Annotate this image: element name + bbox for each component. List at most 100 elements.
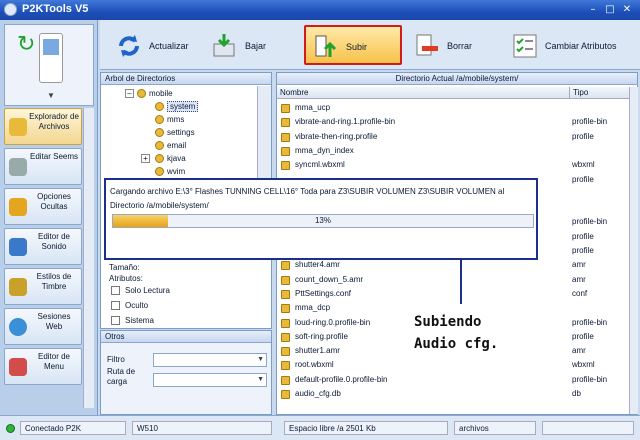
file-row[interactable]: vibrate-and-ring.1.profile-bin profile-bi…	[277, 115, 629, 129]
file-name: PttSettings.conf	[295, 288, 352, 298]
folder-icon	[155, 115, 164, 125]
sound-icon	[9, 238, 27, 256]
tree-scrollbar[interactable]	[257, 86, 271, 186]
close-icon[interactable]: ✕	[621, 4, 633, 16]
file-type: profile	[572, 131, 594, 141]
file-list-column-header: Nombre Tipo	[277, 87, 629, 99]
file-row[interactable]: audio_cfg.db db	[277, 387, 629, 401]
nav-scrollbar[interactable]	[83, 108, 94, 408]
nav-item-ring-styles[interactable]: Estilos de Timbre	[4, 268, 82, 305]
file-row[interactable]: default-profile.0.profile-bin profile-bin	[277, 373, 629, 387]
progress-bar: 13%	[112, 214, 534, 228]
attributes-label: Atributos:	[109, 274, 143, 283]
tree-node-label: kjava	[167, 154, 186, 163]
delete-button[interactable]: Borrar	[406, 25, 492, 65]
nav-item-label: Editar Seems	[29, 152, 79, 161]
tree-node-wvim[interactable]: wvim	[155, 165, 185, 178]
file-type: amr	[572, 346, 586, 356]
left-navigation: ↻ ▼ Explorador de Archivos Editar Seems …	[0, 20, 98, 415]
file-name: root.wbxml	[295, 360, 334, 370]
file-name: audio_cfg.db	[295, 389, 341, 398]
tree-node-kjava[interactable]: kjava	[155, 152, 186, 165]
file-row[interactable]: syncml.wbxml wbxml	[277, 158, 629, 172]
file-row[interactable]: shutter4.amr amr	[277, 258, 629, 272]
nav-item-label: Estilos de Timbre	[36, 272, 72, 291]
column-name-header[interactable]: Nombre	[280, 87, 308, 99]
chevron-down-icon[interactable]: ▼	[47, 91, 55, 100]
folder-icon	[155, 102, 164, 112]
readonly-checkbox[interactable]	[111, 286, 120, 295]
checklist-icon	[513, 34, 537, 58]
minimize-icon[interactable]: –	[587, 4, 599, 16]
annotation-text-line2: Audio cfg.	[414, 336, 499, 352]
bell-icon	[9, 278, 27, 296]
delete-label: Borrar	[447, 41, 473, 51]
nav-item-sound-editor[interactable]: Editor de Sonido	[4, 228, 82, 265]
file-name: shutter4.amr	[295, 260, 340, 270]
folder-icon	[9, 118, 27, 136]
toolbar: Actualizar Bajar Subir Borrar Cambiar At…	[100, 20, 640, 70]
size-label: Tamaño:	[109, 263, 140, 272]
file-name: mma_dcp	[295, 303, 331, 313]
progress-percent: 13%	[314, 216, 331, 225]
tree-node-label: settings	[167, 128, 195, 137]
maximize-icon[interactable]: □	[604, 4, 616, 16]
upload-button[interactable]: Subir	[304, 25, 402, 65]
upload-progress-dialog: Cargando archivo E:\3° Flashes TUNNING C…	[104, 178, 538, 260]
system-checkbox[interactable]	[111, 316, 120, 325]
refresh-label: Actualizar	[149, 41, 189, 51]
refresh-button[interactable]: Actualizar	[108, 25, 200, 65]
file-name: count_down_5.amr	[295, 274, 364, 284]
column-type-header[interactable]: Tipo	[569, 87, 588, 99]
file-type: profile-bin	[572, 217, 608, 227]
tree-node-email[interactable]: email	[155, 139, 186, 152]
file-type: profile-bin	[572, 374, 608, 384]
expand-icon[interactable]: +	[141, 154, 150, 163]
folder-icon	[155, 167, 164, 177]
folder-icon	[155, 128, 164, 138]
file-row[interactable]: mma_dyn_index	[277, 144, 629, 158]
change-attributes-button[interactable]: Cambiar Atributos	[504, 25, 630, 65]
tree-node-system[interactable]: system	[155, 100, 199, 113]
download-button[interactable]: Bajar	[204, 25, 284, 65]
tree-node-mobile[interactable]: mobile	[137, 87, 173, 100]
filter-label: Filtro	[107, 355, 125, 364]
nav-item-file-explorer[interactable]: Explorador de Archivos	[4, 108, 82, 145]
file-icon	[281, 161, 290, 171]
nav-item-edit-seems[interactable]: Editar Seems	[4, 148, 82, 185]
download-icon	[213, 34, 235, 57]
file-row[interactable]: PttSettings.conf conf	[277, 287, 629, 301]
load-path-select[interactable]: ▼	[153, 373, 267, 387]
file-row[interactable]: root.wbxml wbxml	[277, 358, 629, 372]
file-icon	[281, 275, 290, 285]
file-name: loud-ring.0.profile-bin	[295, 317, 371, 327]
folder-icon	[155, 141, 164, 151]
file-icon	[281, 132, 290, 142]
current-directory-header: Directorio Actual /a/mobile/system/	[277, 73, 637, 85]
file-icon	[281, 104, 290, 113]
other-panel-header: Otros	[101, 331, 271, 343]
nav-item-web-sessions[interactable]: Sesiones Web	[4, 308, 82, 345]
upload-label: Subir	[346, 42, 368, 52]
nav-item-hidden-options[interactable]: Opciones Ocultas	[4, 188, 82, 225]
file-list-scrollbar[interactable]	[629, 87, 638, 414]
collapse-icon[interactable]: –	[125, 89, 134, 98]
tree-node-settings[interactable]: settings	[155, 126, 195, 139]
file-name: vibrate-and-ring.1.profile-bin	[295, 117, 396, 127]
file-icon	[281, 118, 290, 128]
file-type: profile	[572, 331, 594, 341]
file-row[interactable]: mma_ucp	[277, 101, 629, 115]
chevron-down-icon: ▼	[257, 376, 264, 383]
file-type: profile	[572, 231, 594, 241]
directory-tree-header: Arbol de Directorios	[101, 73, 271, 85]
file-type: amr	[572, 274, 586, 284]
file-row[interactable]: vibrate-then-ring.profile profile	[277, 130, 629, 144]
tree-node-mms[interactable]: mms	[155, 113, 184, 126]
hidden-checkbox[interactable]	[111, 301, 120, 310]
tree-node-label: system	[167, 101, 199, 112]
file-row[interactable]: count_down_5.amr amr	[277, 273, 629, 287]
folder-icon	[155, 154, 164, 164]
menu-icon	[9, 358, 27, 376]
filter-select[interactable]: ▼	[153, 353, 267, 367]
nav-item-menu-editor[interactable]: Editor de Menu	[4, 348, 82, 385]
